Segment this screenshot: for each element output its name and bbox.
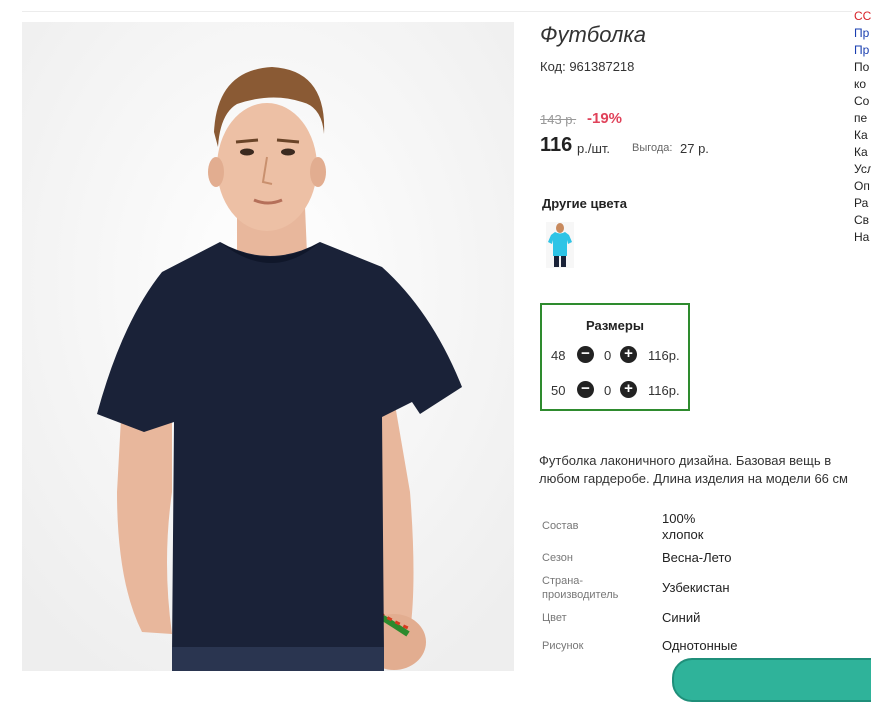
sizes-panel: Размеры 48 − 0 + 116р. 50 − 0 + 116р. — [540, 303, 690, 411]
description-line: любом гардеробе. Длина изделия на модели… — [539, 471, 848, 486]
plus-icon: + — [624, 380, 633, 397]
increase-qty-button[interactable]: + — [620, 346, 637, 363]
spec-label-color: Цвет — [542, 612, 567, 624]
decrease-qty-button[interactable]: − — [577, 381, 594, 398]
product-description: Футболка лаконичного дизайна. Базовая ве… — [539, 452, 871, 488]
side-link[interactable]: Усл — [854, 162, 871, 176]
product-code: Код: 961387218 — [540, 59, 635, 74]
size-price: 116р. — [648, 348, 680, 363]
product-title: Футболка — [540, 22, 646, 47]
color-swatch-cyan[interactable] — [546, 222, 574, 268]
side-link[interactable]: Ка — [854, 145, 868, 159]
other-colors-title: Другие цвета — [542, 196, 627, 211]
size-row-48: 48 − 0 + 116р. — [542, 346, 688, 366]
spec-label-season: Сезон — [542, 552, 573, 564]
model-illustration — [22, 22, 514, 671]
increase-qty-button[interactable]: + — [620, 381, 637, 398]
side-link[interactable]: СС — [854, 9, 871, 23]
size-label: 48 — [551, 348, 566, 363]
spec-value-composition: 100% хлопок — [662, 511, 703, 543]
spec-value-country: Узбекистан — [662, 580, 730, 595]
spec-value-season: Весна-Лето — [662, 550, 732, 565]
side-link[interactable]: Пр — [854, 26, 869, 40]
minus-icon: − — [581, 345, 590, 362]
old-price: 143 р. — [540, 112, 577, 127]
decrease-qty-button[interactable]: − — [577, 346, 594, 363]
sizes-title: Размеры — [586, 318, 644, 333]
side-link[interactable]: Оп — [854, 179, 870, 193]
size-row-50: 50 − 0 + 116р. — [542, 381, 688, 401]
spec-label-composition: Состав — [542, 520, 579, 532]
top-divider — [22, 11, 852, 12]
side-link[interactable]: Св — [854, 213, 869, 227]
side-link[interactable]: Со — [854, 94, 869, 108]
discount-badge: -19% — [587, 110, 623, 127]
side-link[interactable]: На — [854, 230, 869, 244]
minus-icon: − — [581, 380, 590, 397]
qty-value: 0 — [604, 383, 612, 398]
price-unit: р./шт. — [577, 141, 611, 156]
spec-value-line: 100% — [662, 511, 696, 526]
qty-value: 0 — [604, 348, 612, 363]
size-label: 50 — [551, 383, 566, 398]
spec-value-color: Синий — [662, 610, 701, 625]
spec-label-pattern: Рисунок — [542, 640, 584, 652]
side-link[interactable]: пе — [854, 111, 867, 125]
side-link[interactable]: Ка — [854, 128, 868, 142]
side-link[interactable]: Ра — [854, 196, 868, 210]
current-price: 116 — [540, 134, 573, 156]
side-link[interactable]: ко — [854, 77, 866, 91]
side-link[interactable]: Пр — [854, 43, 869, 57]
plus-icon: + — [624, 345, 633, 362]
side-link[interactable]: По — [854, 60, 869, 74]
description-line: Футболка лаконичного дизайна. Базовая ве… — [539, 453, 832, 468]
tshirt-thumbnail-icon — [546, 222, 574, 268]
chat-widget-button[interactable] — [672, 658, 871, 702]
spec-value-line: хлопок — [662, 527, 704, 542]
size-price: 116р. — [648, 383, 680, 398]
benefit-value: 27 р. — [680, 141, 709, 156]
benefit-label: Выгода: — [632, 142, 673, 154]
product-photo[interactable] — [22, 22, 514, 671]
spec-value-pattern: Однотонные — [662, 638, 738, 653]
spec-label-country: Страна- производитель — [542, 575, 619, 601]
